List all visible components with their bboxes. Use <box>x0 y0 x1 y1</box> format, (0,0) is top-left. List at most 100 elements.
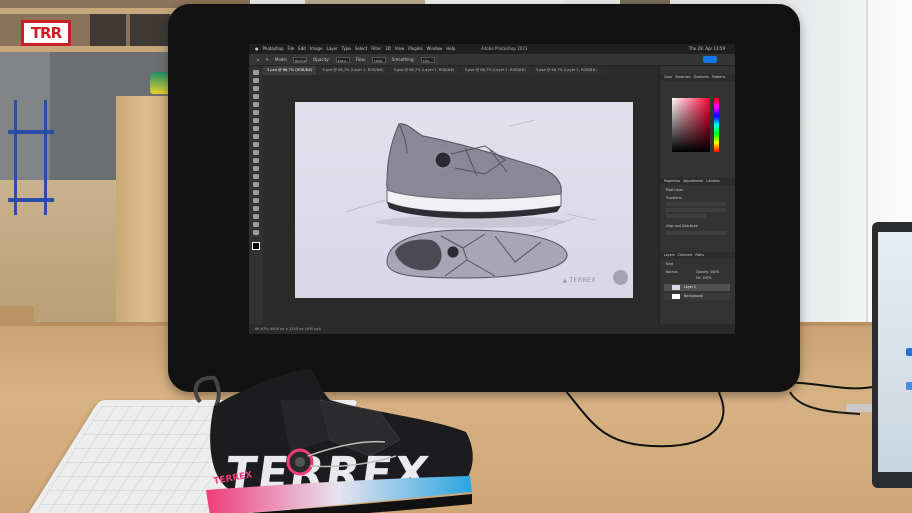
layer-name: Background <box>684 294 704 298</box>
brush-icon[interactable]: ✎ <box>266 57 269 62</box>
menu-item[interactable]: Window <box>427 44 443 54</box>
properties-panel-tabs: Properties Adjustments Libraries <box>660 178 735 185</box>
flow-field[interactable]: 100% <box>371 56 386 63</box>
menu-item[interactable]: Help <box>446 44 455 54</box>
transform-field[interactable] <box>666 214 706 218</box>
panel-tab[interactable]: Patterns <box>712 74 725 81</box>
panel-tab[interactable]: Color <box>664 74 672 81</box>
menu-item[interactable]: Filter <box>371 44 381 54</box>
hand-tool-icon[interactable] <box>253 222 259 227</box>
hue-slider[interactable] <box>714 98 719 152</box>
menu-item[interactable]: Photoshop <box>263 44 284 54</box>
pen-tool-icon[interactable] <box>253 190 259 195</box>
mode-label: Mode: <box>274 57 288 62</box>
document-tab[interactable]: 3.psd @ 66,7% (RGB/8#) <box>263 66 317 75</box>
app-icon[interactable] <box>906 382 912 390</box>
transform-field[interactable] <box>666 202 726 206</box>
healing-tool-icon[interactable] <box>253 126 259 131</box>
stamp-tool-icon[interactable] <box>253 142 259 147</box>
menu-item[interactable]: Image <box>310 44 323 54</box>
menu-item[interactable]: File <box>288 44 295 54</box>
app-title: Adobe Photoshop 2023 <box>481 46 528 51</box>
menu-item[interactable]: 3D <box>385 44 391 54</box>
terrex-brand-mark: TERREX <box>563 277 596 284</box>
dodge-tool-icon[interactable] <box>253 182 259 187</box>
opacity-label: Opacity: <box>313 57 330 62</box>
panel-tab[interactable]: Gradients <box>694 74 710 81</box>
eyedropper-tool-icon[interactable] <box>253 118 259 123</box>
history-brush-tool-icon[interactable] <box>253 150 259 155</box>
menu-item[interactable]: Layer <box>327 44 338 54</box>
status-bar: 66,67% 4000 px x 2250 px (300 ppi) <box>249 325 735 334</box>
document-tab[interactable]: 3.psd @ 66,7% (Layer 1, RGB/8#) <box>318 66 388 75</box>
type-tool-icon[interactable] <box>253 198 259 203</box>
shoe-sketch-artboard[interactable]: TERREX <box>295 102 633 298</box>
path-select-tool-icon[interactable] <box>253 206 259 211</box>
brand-logo-icon <box>613 270 628 285</box>
tablet-screen <box>878 232 912 472</box>
monitor-hardware-buttons <box>636 34 746 49</box>
menu-item[interactable]: Select <box>355 44 367 54</box>
panel-tab[interactable]: Layers <box>664 252 675 259</box>
smoothing-field[interactable]: 10% <box>420 56 435 63</box>
frame-tool-icon[interactable] <box>253 110 259 115</box>
app-icon[interactable] <box>906 348 912 356</box>
color-swatches[interactable] <box>252 242 260 250</box>
align-label: Align and Distribute <box>666 224 698 228</box>
blur-tool-icon[interactable] <box>253 174 259 179</box>
blend-mode-select[interactable]: Normal <box>666 270 678 274</box>
layer-filter-label[interactable]: Kind <box>666 262 673 266</box>
marquee-tool-icon[interactable] <box>253 78 259 83</box>
panel-tab[interactable]: Libraries <box>706 178 720 185</box>
panel-tab[interactable]: Properties <box>664 178 680 185</box>
menu-item[interactable]: Plugins <box>408 44 422 54</box>
panel-tab[interactable]: Channels <box>678 252 693 259</box>
panel-tab[interactable]: Paths <box>695 252 704 259</box>
layer-row[interactable]: Background <box>664 293 730 300</box>
scene: ● Photoshop File Edit Image Layer Type S… <box>0 0 912 513</box>
mode-select[interactable]: Normal <box>293 56 308 63</box>
site-logo: TRR <box>21 20 71 46</box>
zoom-tool-icon[interactable] <box>253 230 259 235</box>
wooden-pillar <box>116 96 176 326</box>
pixel-layer-label: Pixel Layer <box>666 188 684 192</box>
transform-label: Transform <box>666 196 682 200</box>
brush-tool-icon[interactable] <box>253 134 259 139</box>
canvas-area[interactable]: TERREX <box>263 75 659 325</box>
crop-tool-icon[interactable] <box>253 102 259 107</box>
color-picker-field[interactable] <box>672 98 710 152</box>
color-panel-tabs: Color Swatches Gradients Patterns <box>660 74 735 81</box>
apple-icon[interactable]: ● <box>255 44 259 54</box>
align-buttons[interactable] <box>666 231 726 235</box>
layer-row[interactable]: Layer 1 <box>664 284 730 291</box>
right-panels: Color Swatches Gradients Patterns Proper… <box>659 66 735 324</box>
opacity-field[interactable]: 100% <box>335 56 350 63</box>
layer-opacity-field[interactable]: Opacity: 100% <box>696 270 719 274</box>
layer-fill-field[interactable]: Fill: 100% <box>696 276 711 280</box>
document-tab[interactable]: 3.psd @ 66,7% (Layer 1, RGB/8#) <box>531 66 601 75</box>
blue-stand <box>8 100 54 215</box>
document-tab[interactable]: 3.psd @ 66,7% (Layer 1, RGB/8#) <box>460 66 530 75</box>
lasso-tool-icon[interactable] <box>253 86 259 91</box>
shape-tool-icon[interactable] <box>253 214 259 219</box>
panel-tab[interactable]: Adjustments <box>683 178 703 185</box>
share-button[interactable] <box>703 56 717 63</box>
adidas-terrex-shoe: TERREX TERREX <box>193 368 473 513</box>
move-tool-icon[interactable] <box>253 70 259 75</box>
document-tab[interactable]: 3.psd @ 66,7% (Layer 1, RGB/8#) <box>389 66 459 75</box>
menu-item[interactable]: Type <box>342 44 351 54</box>
transform-field[interactable] <box>666 208 726 212</box>
home-icon[interactable]: ⌂ <box>257 57 260 62</box>
site-logo-text: TRR <box>30 24 62 42</box>
gradient-tool-icon[interactable] <box>253 166 259 171</box>
eraser-tool-icon[interactable] <box>253 158 259 163</box>
shoe-sketch-illustration <box>344 119 596 279</box>
quick-select-tool-icon[interactable] <box>253 94 259 99</box>
photoshop-window: ● Photoshop File Edit Image Layer Type S… <box>249 44 735 334</box>
shelf-cubby <box>130 14 170 46</box>
menu-item[interactable]: Edit <box>298 44 306 54</box>
options-bar: ⌂ ✎ Mode: Normal Opacity: 100% Flow: 100… <box>249 54 735 66</box>
menu-bar-clock: Thu 28. Apr 13:59 <box>688 46 725 51</box>
panel-tab[interactable]: Swatches <box>675 74 690 81</box>
menu-item[interactable]: View <box>395 44 405 54</box>
